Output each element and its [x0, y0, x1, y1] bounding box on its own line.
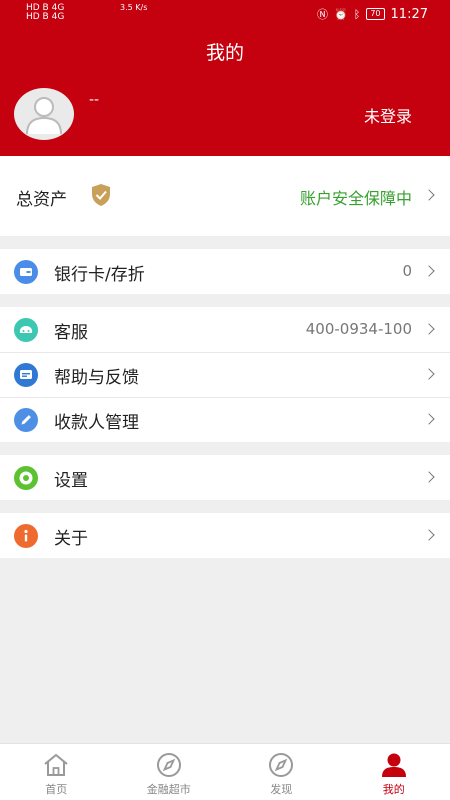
bank-card-item[interactable]: 银行卡/存折 0 — [0, 249, 450, 294]
total-assets-row[interactable]: 总资产 账户安全保障中 — [0, 156, 450, 236]
avatar[interactable] — [14, 88, 74, 140]
chevron-right-icon — [423, 189, 435, 201]
tab-discover-label: 发现 — [270, 783, 293, 796]
customer-service-item[interactable]: 客服 400-0934-100 — [0, 307, 450, 352]
group-settings: 设置 — [0, 455, 450, 500]
chevron-right-icon — [423, 265, 435, 277]
chevron-right-icon — [423, 471, 435, 483]
status-right: Ⓝ ⏰ ᛒ 70 11:27 — [317, 6, 428, 22]
tab-finance-market[interactable]: 金融超市 — [113, 744, 226, 800]
customer-service-icon — [14, 318, 38, 342]
service-phone: 400-0934-100 — [305, 320, 412, 338]
bank-card-count: 0 — [402, 262, 412, 280]
customer-service-label: 客服 — [54, 323, 88, 343]
tab-home-label: 首页 — [45, 783, 68, 796]
tab-mine-label: 我的 — [382, 783, 405, 796]
compass-icon — [156, 753, 181, 777]
user-icon — [381, 753, 406, 777]
help-feedback-label: 帮助与反馈 — [54, 368, 139, 388]
tab-discover[interactable]: 发现 — [225, 744, 338, 800]
signal-info: HD B 4G HD B 4G — [26, 3, 65, 22]
chevron-right-icon — [423, 529, 435, 541]
home-icon — [44, 753, 68, 776]
info-icon — [14, 524, 38, 548]
total-assets-label: 总资产 — [16, 190, 67, 210]
group-bank: 银行卡/存折 0 — [0, 249, 450, 294]
about-label: 关于 — [54, 529, 88, 549]
user-icon — [26, 97, 62, 135]
tab-mine[interactable]: 我的 — [338, 744, 450, 800]
alarm-icon: ⏰ — [334, 7, 348, 21]
chevron-right-icon — [423, 368, 435, 380]
page-title: 我的 — [205, 42, 244, 64]
bluetooth-icon: ᛒ — [353, 7, 361, 21]
header: HD B 4G HD B 4G 3.5 K/s Ⓝ ⏰ ᛒ 70 11:27 我… — [0, 0, 450, 156]
clock: 11:27 — [390, 6, 428, 22]
bank-card-icon — [14, 260, 38, 284]
chevron-right-icon — [423, 413, 435, 425]
settings-label: 设置 — [54, 471, 88, 491]
username: -- — [89, 92, 100, 108]
settings-icon — [14, 466, 38, 490]
group-service: 客服 400-0934-100 帮助与反馈 收款人管理 — [0, 307, 450, 442]
compass-icon — [269, 753, 294, 777]
nfc-icon: Ⓝ — [317, 8, 329, 21]
status-bar: HD B 4G HD B 4G 3.5 K/s Ⓝ ⏰ ᛒ 70 11:27 — [0, 0, 450, 26]
help-feedback-item[interactable]: 帮助与反馈 — [0, 352, 450, 397]
settings-item[interactable]: 设置 — [0, 455, 450, 500]
message-icon — [14, 363, 38, 387]
about-item[interactable]: 关于 — [0, 513, 450, 558]
tab-home[interactable]: 首页 — [0, 744, 113, 800]
account-security-text: 账户安全保障中 — [299, 189, 412, 208]
login-status-button[interactable]: 未登录 — [364, 103, 412, 127]
shield-icon — [92, 184, 110, 206]
chevron-right-icon — [423, 323, 435, 335]
bank-card-label: 银行卡/存折 — [54, 265, 145, 285]
tab-finance-market-label: 金融超市 — [146, 783, 191, 796]
payee-management-item[interactable]: 收款人管理 — [0, 397, 450, 442]
pencil-icon — [14, 408, 38, 432]
payee-management-label: 收款人管理 — [54, 413, 139, 433]
bottom-tab-bar: 首页 金融超市 发现 我的 — [0, 743, 450, 800]
battery-icon: 70 — [366, 8, 385, 20]
group-about: 关于 — [0, 513, 450, 558]
network-speed: 3.5 K/s — [120, 3, 148, 12]
